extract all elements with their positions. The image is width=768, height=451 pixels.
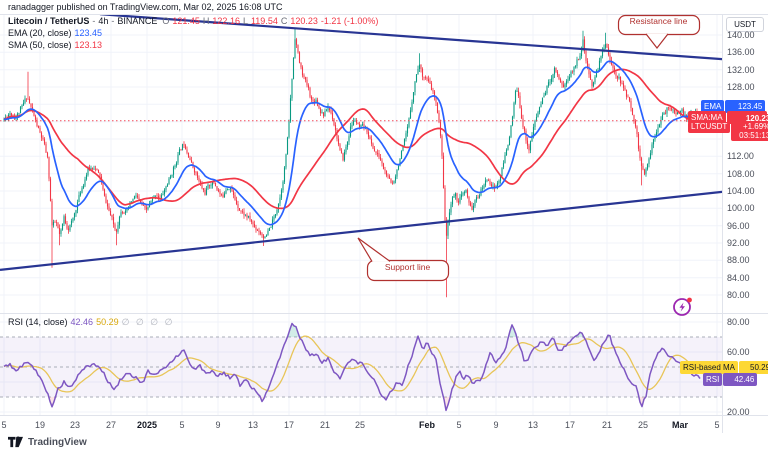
time-tick-label: 5 (168, 420, 196, 430)
ohlc-close-key: C (281, 16, 288, 27)
price-tick-label: 132.00 (727, 65, 755, 75)
price-tick-label: 100.00 (727, 203, 755, 213)
time-tick-label: 17 (275, 420, 303, 430)
ltc-badge-label: LTCUSDT (688, 122, 730, 133)
symbol-exchange: BINANCE (117, 16, 157, 27)
resistance-line-callout[interactable]: Resistance line (612, 12, 707, 52)
time-tick-label: 9 (204, 420, 232, 430)
footer-bar: TradingView (0, 433, 768, 451)
symbol-legend-row[interactable]: Litecoin / TetherUS - 4h - BINANCE O121.… (8, 16, 378, 27)
time-tick-label: Feb (413, 420, 441, 430)
ltc-badge-values: 120.23 +1.69% 03:51:13 (731, 114, 768, 142)
chart-canvas[interactable] (0, 0, 768, 451)
ohlc-close-value: 120.23 (290, 16, 318, 27)
header-credit: ranadagger published on TradingView.com,… (0, 0, 768, 14)
symbol-price-badge[interactable]: LTCUSDT 120.23 +1.69% 03:51:13 (688, 114, 768, 142)
rsi-ma-legend-value: 50.29 (96, 317, 119, 328)
time-tick-label: 23 (61, 420, 89, 430)
ema-legend-value: 123.45 (75, 28, 103, 39)
symbol-title: Litecoin / TetherUS (8, 16, 89, 27)
rsi-value-badge[interactable]: RSI 42.46 (703, 373, 757, 386)
rsi-tick-label: 20.00 (727, 407, 750, 417)
rsi-legend-value: 42.46 (71, 317, 94, 328)
time-tick-label: 13 (519, 420, 547, 430)
tradingview-brand-text[interactable]: TradingView (28, 437, 87, 448)
price-tick-label: 140.00 (727, 30, 755, 40)
rsi-badge-value: 42.46 (723, 373, 757, 386)
price-tick-label: 88.00 (727, 255, 750, 265)
price-tick-label: 112.00 (727, 151, 754, 161)
lightning-action-icon[interactable] (671, 294, 695, 318)
ohlc-open-value: 121.45 (172, 16, 200, 27)
time-tick-label: 25 (629, 420, 657, 430)
time-tick-label: 21 (593, 420, 621, 430)
rsi-legend[interactable]: RSI (14, close) 42.46 50.29 ∅ ∅ ∅ ∅ (8, 317, 174, 329)
price-tick-label: 84.00 (727, 273, 750, 283)
price-tick-label: 108.00 (727, 169, 755, 179)
ema-legend-row[interactable]: EMA (20, close) 123.45 (8, 28, 378, 39)
ema-legend-name: EMA (20, close) (8, 28, 72, 39)
time-tick-label: 5 (703, 420, 731, 430)
time-tick-label: 5 (445, 420, 473, 430)
sma-legend-row[interactable]: SMA (50, close) 123.13 (8, 40, 378, 51)
symbol-separator: - (92, 16, 95, 27)
time-tick-label: 5 (0, 420, 18, 430)
ohlc-high-key: H (203, 16, 210, 27)
time-tick-label: 9 (482, 420, 510, 430)
ohlc-low-key: L (243, 16, 248, 27)
price-tick-label: 128.00 (727, 82, 755, 92)
rsi-ma-badge-label: RSI-based MA (680, 361, 738, 374)
price-tick-label: 136.00 (727, 47, 755, 57)
ohlc-open-key: O (162, 16, 169, 27)
sma-legend-name: SMA (50, close) (8, 40, 72, 51)
time-tick-label: 25 (346, 420, 374, 430)
time-tick-label: Mar (666, 420, 694, 430)
support-line-callout[interactable]: Support line (348, 230, 452, 286)
ohlc-high-value: 122.16 (212, 16, 240, 27)
tradingview-snapshot: ranadagger published on TradingView.com,… (0, 0, 768, 451)
time-tick-label: 13 (239, 420, 267, 430)
support-callout-text: Support line (367, 262, 448, 272)
time-tick-label: 17 (556, 420, 584, 430)
time-tick-label: 19 (26, 420, 54, 430)
ohlc-low-value: 119.54 (251, 16, 278, 27)
price-tick-label: 104.00 (727, 186, 755, 196)
price-tick-label: 80.00 (727, 290, 750, 300)
time-tick-label: 21 (311, 420, 339, 430)
main-legend: Litecoin / TetherUS - 4h - BINANCE O121.… (8, 16, 378, 52)
rsi-tick-label: 80.00 (727, 317, 750, 327)
price-tick-label: 92.00 (727, 238, 750, 248)
support-callout-bubble-shape (348, 230, 452, 286)
rsi-legend-name: RSI (14, close) (8, 317, 68, 328)
time-tick-label: 27 (97, 420, 125, 430)
time-tick-label: 2025 (133, 420, 161, 430)
rsi-ma-badge[interactable]: RSI-based MA 50.29 (680, 361, 768, 374)
ohlc-change: -1.21 (-1.00%) (321, 16, 379, 27)
rsi-legend-empty-values: ∅ ∅ ∅ ∅ (122, 317, 175, 328)
ltc-badge-countdown: 03:51:13 (734, 132, 768, 141)
rsi-badge-label: RSI (703, 373, 722, 386)
rsi-ma-badge-value: 50.29 (739, 361, 768, 374)
sma-legend-value: 123.13 (75, 40, 103, 51)
rsi-tick-label: 60.00 (727, 347, 750, 357)
tradingview-logo-icon[interactable] (8, 436, 23, 448)
symbol-interval: 4h (98, 16, 108, 27)
resistance-callout-text: Resistance line (618, 16, 699, 26)
price-tick-label: 96.00 (727, 221, 750, 231)
symbol-separator: - (111, 16, 114, 27)
